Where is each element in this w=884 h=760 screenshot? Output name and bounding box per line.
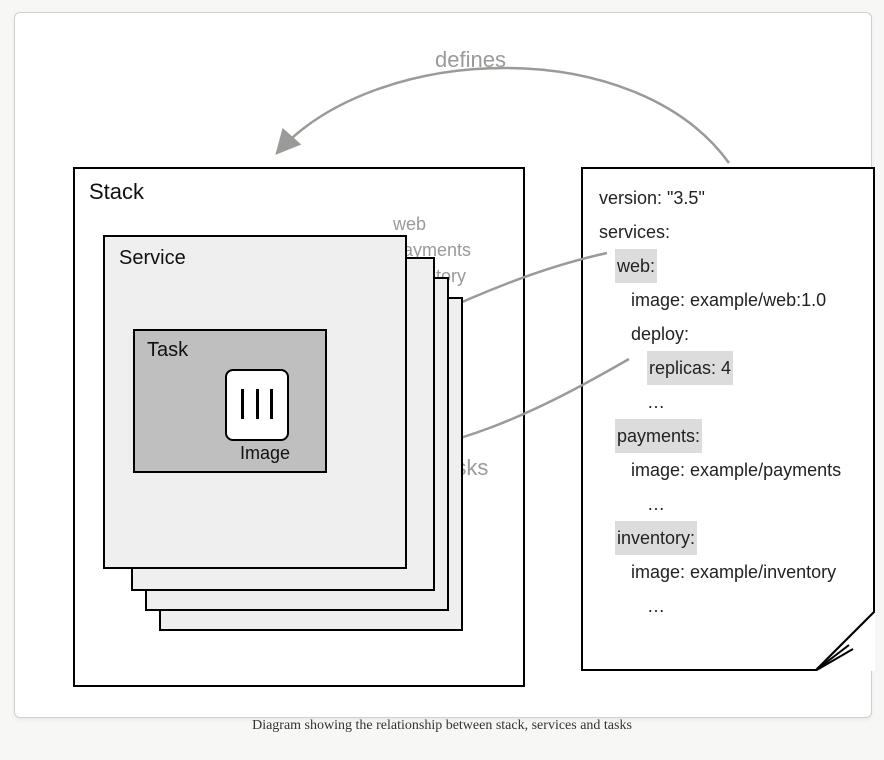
image-label: Image [215, 443, 315, 464]
yaml-hl-replicas: replicas: 4 [647, 351, 733, 385]
yaml-line: replicas: 4 [599, 351, 861, 385]
diagram-frame: Stack web payments inventory Service Tas… [14, 12, 872, 718]
yaml-line: web: [599, 249, 861, 283]
service-label: Service [119, 247, 186, 270]
yaml-hl-web: web: [615, 249, 657, 283]
figure-caption: Diagram showing the relationship between… [0, 718, 884, 734]
arrow-defines [277, 68, 729, 163]
service-tag-web: web [393, 211, 471, 237]
yaml-line: services: [599, 215, 861, 249]
yaml-line: inventory: [599, 521, 861, 555]
image-icon [225, 369, 289, 441]
task-card-front: Task Image [133, 329, 327, 473]
arrow-label-defines: defines [435, 47, 506, 73]
yaml-hl-payments: payments: [615, 419, 702, 453]
yaml-line: image: example/web:1.0 [599, 283, 861, 317]
yaml-line: version: "3.5" [599, 181, 861, 215]
task-label: Task [147, 339, 188, 362]
yaml-line: … [599, 385, 861, 419]
yaml-line: … [599, 487, 861, 521]
yaml-line: deploy: [599, 317, 861, 351]
yaml-file: version: "3.5" services: web: image: exa… [581, 167, 875, 671]
stack-label: Stack [89, 179, 144, 205]
yaml-line: image: example/inventory [599, 555, 861, 589]
yaml-line: image: example/payments [599, 453, 861, 487]
file-dogear-icon [815, 611, 875, 671]
yaml-line: payments: [599, 419, 861, 453]
yaml-hl-inventory: inventory: [615, 521, 697, 555]
